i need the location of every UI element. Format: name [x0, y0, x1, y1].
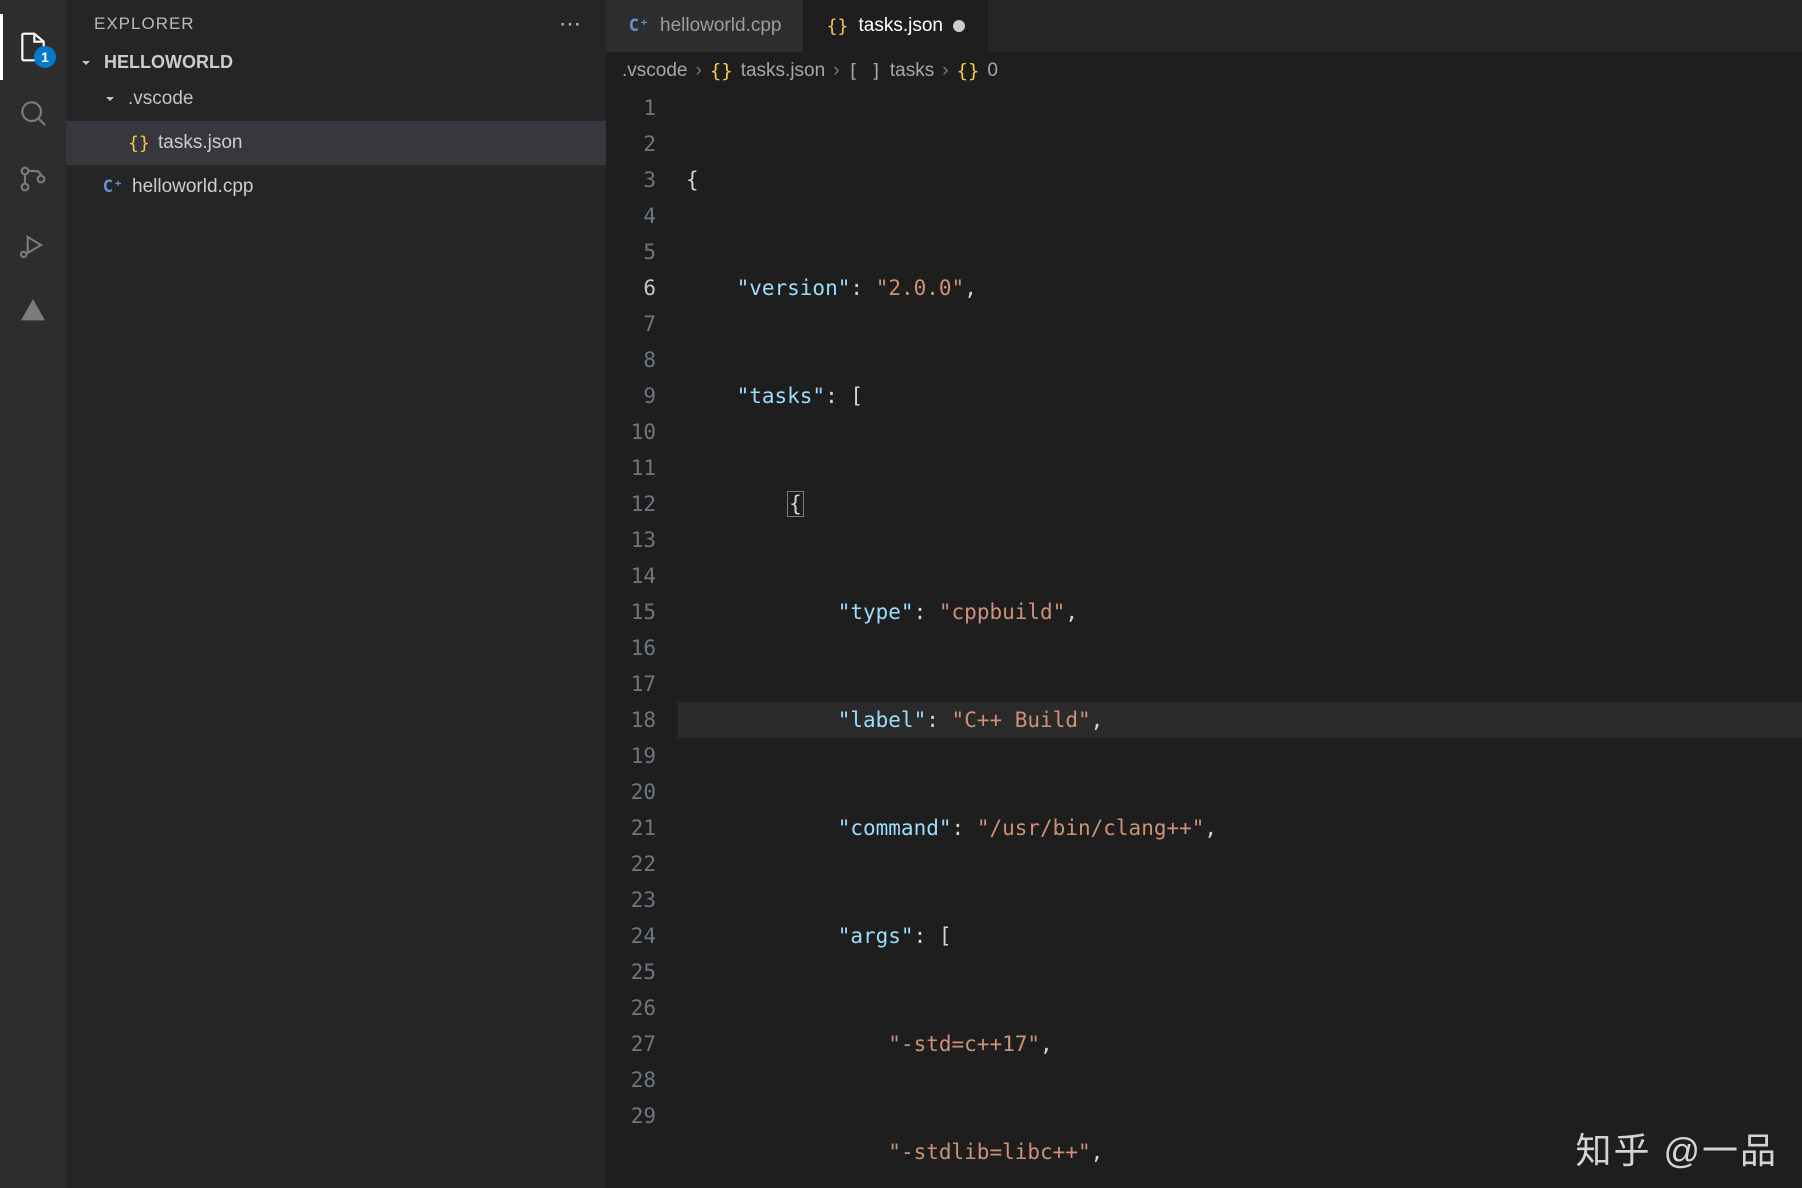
cpp-icon: C⁺ — [628, 16, 650, 36]
file-tree: .vscode {} tasks.json C⁺ helloworld.cpp — [66, 77, 606, 209]
json-icon: {} — [710, 60, 733, 82]
line-number: 2 — [606, 126, 656, 162]
line-number: 1 — [606, 90, 656, 126]
activity-scm[interactable] — [0, 146, 66, 212]
code-line: "version": "2.0.0", — [678, 270, 1802, 306]
tree-file-label: tasks.json — [158, 132, 242, 154]
breadcrumb-segment[interactable]: tasks — [890, 60, 934, 82]
chevron-right-icon: › — [833, 60, 839, 82]
activity-extensions[interactable] — [0, 278, 66, 344]
line-number: 15 — [606, 594, 656, 630]
line-number: 14 — [606, 558, 656, 594]
line-gutter: 1 2 3 4 5 6 7 8 9 10 11 12 13 14 15 16 1… — [606, 90, 678, 1188]
line-number: 17 — [606, 666, 656, 702]
more-icon[interactable]: ⋯ — [559, 11, 582, 37]
editor-area: C⁺ helloworld.cpp {} tasks.json .vscode … — [606, 0, 1802, 1188]
watermark: 知乎 @一品 — [1575, 1122, 1778, 1174]
workspace-folder[interactable]: HELLOWORLD — [66, 48, 606, 77]
breadcrumb-segment[interactable]: tasks.json — [741, 60, 825, 82]
line-number: 3 — [606, 162, 656, 198]
code-line: "type": "cppbuild", — [678, 594, 1802, 630]
sidebar-header: EXPLORER ⋯ — [66, 0, 606, 48]
line-number: 18 — [606, 702, 656, 738]
line-number: 25 — [606, 954, 656, 990]
json-icon: {} — [957, 60, 980, 82]
code-line: "-std=c++17", — [678, 1026, 1802, 1062]
line-number: 16 — [606, 630, 656, 666]
code-line: { — [678, 162, 1802, 198]
json-icon: {} — [826, 16, 848, 37]
activity-search[interactable] — [0, 80, 66, 146]
json-icon: {} — [128, 133, 150, 154]
tree-file-hello[interactable]: C⁺ helloworld.cpp — [66, 165, 606, 209]
line-number: 10 — [606, 414, 656, 450]
tab-bar: C⁺ helloworld.cpp {} tasks.json — [606, 0, 1802, 52]
code-line: "tasks": [ — [678, 378, 1802, 414]
tab-helloworld[interactable]: C⁺ helloworld.cpp — [606, 0, 804, 52]
chevron-down-icon — [102, 91, 120, 107]
line-number: 29 — [606, 1098, 656, 1134]
workspace-folder-label: HELLOWORLD — [104, 52, 233, 73]
breadcrumbs[interactable]: .vscode › {} tasks.json › [ ] tasks › {}… — [606, 52, 1802, 90]
line-number: 26 — [606, 990, 656, 1026]
line-number: 13 — [606, 522, 656, 558]
line-number: 12 — [606, 486, 656, 522]
code-line: { — [678, 486, 1802, 522]
line-number: 23 — [606, 882, 656, 918]
line-number: 9 — [606, 378, 656, 414]
line-number: 21 — [606, 810, 656, 846]
cpp-icon: C⁺ — [102, 177, 124, 197]
tab-label: helloworld.cpp — [660, 15, 781, 37]
line-number: 24 — [606, 918, 656, 954]
activity-bar: 1 — [0, 0, 66, 1188]
tree-folder-vscode[interactable]: .vscode — [66, 77, 606, 121]
line-number: 19 — [606, 738, 656, 774]
line-number: 28 — [606, 1062, 656, 1098]
line-number: 27 — [606, 1026, 656, 1062]
tree-file-label: helloworld.cpp — [132, 176, 253, 198]
line-number: 6 — [606, 270, 656, 306]
code-content[interactable]: { "version": "2.0.0", "tasks": [ { "type… — [678, 90, 1802, 1188]
chevron-down-icon — [78, 55, 96, 71]
tab-tasks[interactable]: {} tasks.json — [804, 0, 987, 52]
chevron-right-icon: › — [695, 60, 701, 82]
activity-debug[interactable] — [0, 212, 66, 278]
chevron-right-icon: › — [942, 60, 948, 82]
line-number: 11 — [606, 450, 656, 486]
line-number: 20 — [606, 774, 656, 810]
line-number: 7 — [606, 306, 656, 342]
line-number: 5 — [606, 234, 656, 270]
tree-folder-label: .vscode — [128, 88, 193, 110]
tab-label: tasks.json — [858, 15, 942, 37]
line-number: 8 — [606, 342, 656, 378]
sidebar-title: EXPLORER — [94, 14, 195, 34]
breadcrumb-segment[interactable]: .vscode — [622, 60, 687, 82]
line-number: 22 — [606, 846, 656, 882]
array-icon: [ ] — [848, 60, 882, 82]
code-line: "args": [ — [678, 918, 1802, 954]
breadcrumb-segment[interactable]: 0 — [987, 60, 998, 82]
sidebar: EXPLORER ⋯ HELLOWORLD .vscode {} tasks.j… — [66, 0, 606, 1188]
tree-file-tasks[interactable]: {} tasks.json — [66, 121, 606, 165]
line-number: 4 — [606, 198, 656, 234]
code-line: "label": "C++ Build", — [678, 702, 1802, 738]
code-editor[interactable]: 1 2 3 4 5 6 7 8 9 10 11 12 13 14 15 16 1… — [606, 90, 1802, 1188]
activity-explorer[interactable]: 1 — [0, 14, 66, 80]
dirty-indicator-icon — [953, 20, 965, 32]
explorer-badge: 1 — [34, 46, 56, 68]
code-line: "command": "/usr/bin/clang++", — [678, 810, 1802, 846]
